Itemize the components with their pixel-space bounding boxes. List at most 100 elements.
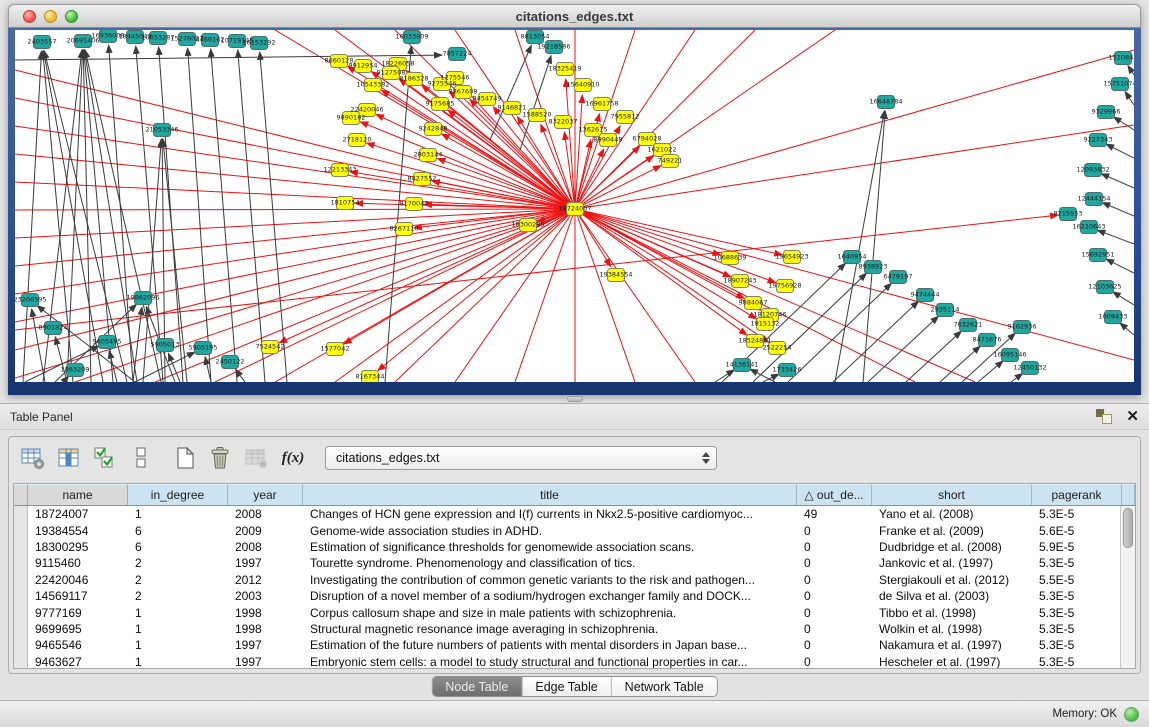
table-cell-pagerank[interactable]: 5.3E-5 bbox=[1032, 589, 1122, 603]
table-cell-year[interactable]: 1998 bbox=[228, 606, 303, 620]
graph-edge[interactable] bbox=[940, 346, 980, 382]
table-cell-short[interactable]: de Silva et al. (2003) bbox=[872, 589, 1032, 603]
table-cell-pagerank[interactable]: 5.3E-5 bbox=[1032, 655, 1122, 669]
table-cell-pagerank[interactable]: 5.3E-5 bbox=[1032, 622, 1122, 636]
graph-edge[interactable] bbox=[15, 209, 575, 378]
new-file-button[interactable] bbox=[169, 443, 201, 473]
memory-status-indicator[interactable] bbox=[1124, 707, 1139, 722]
graph-edge[interactable] bbox=[1097, 230, 1134, 244]
table-cell-out_degree[interactable]: 0 bbox=[797, 540, 872, 554]
table-row[interactable]: 946362711997Embryonic stem cells: a mode… bbox=[14, 654, 1135, 669]
graph-edge[interactable] bbox=[188, 48, 211, 382]
graph-edge[interactable] bbox=[159, 47, 183, 382]
table-cell-name[interactable]: 9465546 bbox=[28, 638, 128, 652]
delete-button[interactable] bbox=[205, 443, 237, 473]
column-header-name[interactable]: name bbox=[28, 484, 128, 505]
table-cell-year[interactable]: 2003 bbox=[228, 589, 303, 603]
table-cell-in_degree[interactable]: 1 bbox=[128, 507, 228, 521]
table-cell-short[interactable]: Dudbridge et al. (2008) bbox=[872, 540, 1032, 554]
table-cell-title[interactable]: Tourette syndrome. Phenomenology and cla… bbox=[303, 556, 797, 570]
table-cell-out_degree[interactable]: 0 bbox=[797, 573, 872, 587]
table-cell-title[interactable]: Changes of HCN gene expression and I(f) … bbox=[303, 507, 797, 521]
graph-edge[interactable] bbox=[15, 55, 442, 60]
graph-edge[interactable] bbox=[763, 374, 779, 382]
table-row[interactable]: 911546021997Tourette syndrome. Phenomeno… bbox=[14, 555, 1135, 571]
table-cell-year[interactable]: 2008 bbox=[228, 540, 303, 554]
graph-edge[interactable] bbox=[15, 209, 575, 350]
table-cell-title[interactable]: Genome-wide association studies in ADHD. bbox=[303, 524, 797, 538]
graph-edge[interactable] bbox=[1120, 323, 1134, 335]
table-cell-short[interactable]: Jankovic et al. (1997) bbox=[872, 556, 1032, 570]
table-row[interactable]: 1938455462009Genome-wide association stu… bbox=[14, 522, 1135, 538]
graph-edge[interactable] bbox=[238, 50, 265, 382]
graph-edge[interactable] bbox=[84, 50, 113, 382]
table-cell-in_degree[interactable]: 6 bbox=[128, 524, 228, 538]
table-cell-name[interactable]: 9115460 bbox=[28, 556, 128, 570]
graph-edge[interactable] bbox=[575, 149, 604, 209]
graph-edge[interactable] bbox=[385, 46, 411, 382]
table-cell-year[interactable]: 1998 bbox=[228, 622, 303, 636]
select-all-button[interactable] bbox=[89, 443, 121, 473]
float-panel-icon[interactable] bbox=[1096, 409, 1112, 424]
close-window-button[interactable] bbox=[23, 10, 36, 23]
graph-edge[interactable] bbox=[15, 154, 575, 209]
table-row[interactable]: 969969511998Structural magnetic resonanc… bbox=[14, 621, 1135, 637]
table-cell-year[interactable]: 1997 bbox=[228, 556, 303, 570]
column-header-in_degree[interactable]: in_degree bbox=[128, 484, 228, 505]
table-cell-pagerank[interactable]: 5.3E-5 bbox=[1032, 638, 1122, 652]
table-cell-year[interactable]: 2009 bbox=[228, 524, 303, 538]
graph-edge[interactable] bbox=[1113, 292, 1134, 305]
table-cell-short[interactable]: Wolkin et al. (1998) bbox=[872, 622, 1032, 636]
table-cell-pagerank[interactable]: 5.6E-5 bbox=[1032, 524, 1122, 538]
graph-edge[interactable] bbox=[335, 209, 575, 382]
table-cell-short[interactable]: Franke et al. (2009) bbox=[872, 524, 1032, 538]
table-cell-out_degree[interactable]: 0 bbox=[797, 556, 872, 570]
graph-edge[interactable] bbox=[395, 209, 575, 382]
table-cell-short[interactable]: Nakamura et al. (1997) bbox=[872, 638, 1032, 652]
table-cell-year[interactable]: 1997 bbox=[228, 638, 303, 652]
tab-edge-table[interactable]: Edge Table bbox=[521, 677, 610, 696]
graph-edge[interactable] bbox=[55, 337, 67, 382]
graph-edge[interactable] bbox=[1101, 174, 1134, 188]
close-panel-icon[interactable]: ✕ bbox=[1126, 409, 1139, 424]
graph-edge[interactable] bbox=[155, 209, 575, 382]
table-cell-name[interactable]: 19384554 bbox=[28, 524, 128, 538]
show-columns-button[interactable] bbox=[53, 443, 85, 473]
table-cell-in_degree[interactable]: 2 bbox=[128, 556, 228, 570]
table-cell-name[interactable]: 14569117 bbox=[28, 589, 128, 603]
graph-edge[interactable] bbox=[67, 50, 83, 382]
table-cell-in_degree[interactable]: 1 bbox=[128, 655, 228, 669]
scrollbar-thumb[interactable] bbox=[1123, 508, 1133, 548]
table-cell-pagerank[interactable]: 5.3E-5 bbox=[1032, 606, 1122, 620]
graph-edge[interactable] bbox=[15, 209, 575, 210]
graph-edge[interactable] bbox=[490, 45, 531, 140]
graph-edge[interactable] bbox=[575, 50, 1134, 209]
table-cell-pagerank[interactable]: 5.3E-5 bbox=[1032, 556, 1122, 570]
graph-edge[interactable] bbox=[211, 49, 237, 382]
graph-edge[interactable] bbox=[109, 45, 133, 382]
table-cell-title[interactable]: Investigating the contribution of common… bbox=[303, 573, 797, 587]
table-cell-pagerank[interactable]: 5.3E-5 bbox=[1032, 507, 1122, 521]
table-cell-short[interactable]: Hescheler et al. (1997) bbox=[872, 655, 1032, 669]
graph-edge[interactable] bbox=[260, 52, 287, 382]
vertical-scrollbar[interactable] bbox=[1120, 506, 1135, 668]
graph-edge[interactable] bbox=[1106, 144, 1134, 158]
table-cell-year[interactable]: 2008 bbox=[228, 507, 303, 521]
graph-edge[interactable] bbox=[1011, 373, 1023, 382]
graph-edge[interactable] bbox=[715, 370, 734, 382]
table-cell-title[interactable]: Disruption of a novel member of a sodium… bbox=[303, 589, 797, 603]
table-cell-name[interactable]: 9463627 bbox=[28, 655, 128, 669]
column-header-year[interactable]: year bbox=[228, 484, 303, 505]
table-cell-short[interactable]: Tibbo et al. (1998) bbox=[872, 606, 1032, 620]
graph-edge[interactable] bbox=[750, 369, 775, 382]
tab-network-table[interactable]: Network Table bbox=[611, 677, 717, 696]
table-cell-year[interactable]: 1997 bbox=[228, 655, 303, 669]
graph-edge[interactable] bbox=[833, 301, 918, 382]
minimize-window-button[interactable] bbox=[44, 10, 57, 23]
graph-edge[interactable] bbox=[25, 346, 99, 382]
table-cell-out_degree[interactable]: 0 bbox=[797, 589, 872, 603]
column-header-out_degree[interactable]: △ out_de... bbox=[797, 484, 872, 505]
column-header-short[interactable]: short bbox=[872, 484, 1032, 505]
graph-edge[interactable] bbox=[133, 307, 142, 382]
table-cell-out_degree[interactable]: 0 bbox=[797, 524, 872, 538]
